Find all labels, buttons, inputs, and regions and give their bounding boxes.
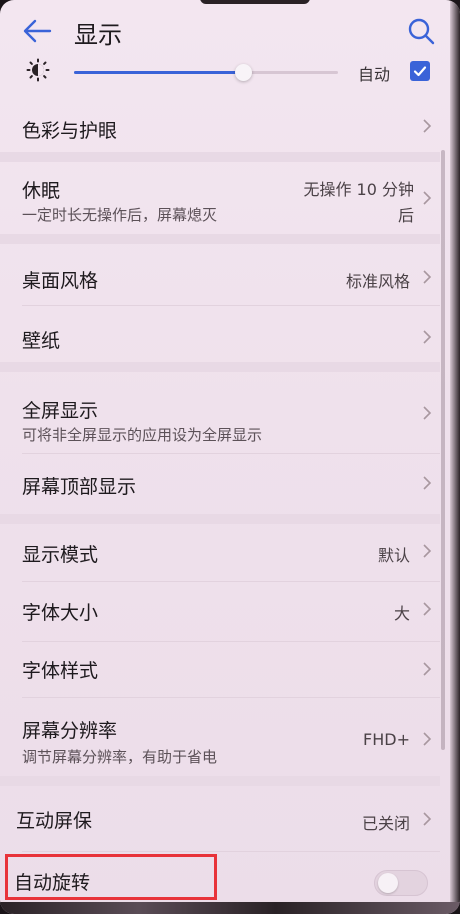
brightness-slider-thumb[interactable] bbox=[235, 64, 252, 81]
settings-item-label: 屏幕分辨率 bbox=[22, 720, 118, 742]
sleep-value-line2: 后 bbox=[397, 206, 414, 225]
settings-item-description: 调节屏幕分辨率，有助于省电 bbox=[22, 748, 218, 766]
settings-item-font-style[interactable]: 字体样式 bbox=[0, 642, 440, 698]
settings-item-label: 字体样式 bbox=[22, 660, 99, 682]
brightness-slider[interactable] bbox=[74, 64, 338, 81]
chevron-right-icon bbox=[423, 602, 432, 616]
settings-item-value: 默认 bbox=[377, 546, 410, 565]
section-divider bbox=[0, 234, 440, 244]
scrollbar[interactable] bbox=[441, 150, 445, 750]
settings-item-label: 壁纸 bbox=[22, 330, 61, 352]
arrow-left-icon bbox=[23, 19, 52, 43]
search-button[interactable] bbox=[406, 16, 436, 46]
settings-item-fullscreen-display[interactable]: 全屏显示 可将非全屏显示的应用设为全屏显示 bbox=[0, 372, 440, 454]
settings-item-color-eye-care[interactable]: 色彩与护眼 bbox=[0, 92, 440, 162]
settings-item-value: 标准风格 bbox=[345, 272, 410, 291]
sleep-value-line1: 无操作 10 分钟 bbox=[303, 180, 414, 199]
device-bezel bbox=[450, 0, 460, 914]
section-divider bbox=[0, 362, 440, 372]
settings-item-screen-resolution[interactable]: 屏幕分辨率 调节屏幕分辨率，有助于省电 FHD+ bbox=[0, 698, 440, 786]
brightness-control: 自动 bbox=[0, 52, 460, 92]
checkmark-icon bbox=[413, 66, 427, 77]
settings-item-value: 已关闭 bbox=[361, 814, 410, 833]
highlight-annotation-box bbox=[5, 854, 217, 900]
settings-item-label: 字体大小 bbox=[22, 602, 99, 624]
settings-item-screen-top-display[interactable]: 屏幕顶部显示 bbox=[0, 454, 440, 524]
section-divider bbox=[0, 152, 440, 162]
settings-item-desktop-style[interactable]: 桌面风格 标准风格 bbox=[0, 244, 440, 306]
settings-item-font-size[interactable]: 字体大小 大 bbox=[0, 582, 440, 642]
settings-item-label: 全屏显示 bbox=[22, 400, 99, 422]
chevron-right-icon bbox=[423, 662, 432, 676]
page-title: 显示 bbox=[74, 21, 122, 49]
chevron-right-icon bbox=[423, 119, 432, 133]
settings-item-label: 屏幕顶部显示 bbox=[22, 476, 137, 498]
section-divider bbox=[0, 776, 440, 786]
chevron-right-icon bbox=[423, 330, 432, 344]
settings-item-display-mode[interactable]: 显示模式 默认 bbox=[0, 524, 440, 582]
chevron-right-icon bbox=[423, 544, 432, 558]
auto-brightness-label: 自动 bbox=[358, 65, 391, 84]
back-button[interactable] bbox=[20, 16, 54, 46]
settings-item-label: 桌面风格 bbox=[22, 270, 99, 292]
settings-item-interactive-screensaver[interactable]: 互动屏保 已关闭 bbox=[0, 786, 440, 852]
section-divider bbox=[0, 514, 440, 524]
auto-brightness-checkbox[interactable] bbox=[410, 61, 430, 81]
settings-item-value: 大 bbox=[393, 604, 410, 623]
chevron-right-icon bbox=[423, 270, 432, 284]
settings-screen: 显示 自动 色彩与护眼 休眠 一定时长无操作后，屏幕熄灭 无操作 10 分钟 后… bbox=[0, 0, 460, 914]
settings-item-value: FHD+ bbox=[363, 730, 410, 749]
chevron-right-icon bbox=[423, 476, 432, 490]
chevron-right-icon bbox=[423, 812, 432, 826]
settings-list: 色彩与护眼 休眠 一定时长无操作后，屏幕熄灭 无操作 10 分钟 后 桌面风格 … bbox=[0, 92, 440, 906]
settings-item-label: 色彩与护眼 bbox=[22, 120, 118, 142]
toggle-knob bbox=[378, 873, 398, 893]
brightness-sun-icon bbox=[26, 58, 50, 82]
settings-item-description: 一定时长无操作后，屏幕熄灭 bbox=[22, 206, 218, 224]
brightness-slider-fill bbox=[74, 71, 243, 74]
settings-item-wallpaper[interactable]: 壁纸 bbox=[0, 306, 440, 372]
search-icon bbox=[408, 18, 435, 45]
chevron-right-icon bbox=[423, 732, 432, 746]
settings-item-label: 互动屏保 bbox=[16, 810, 93, 832]
settings-item-label: 休眠 bbox=[22, 180, 61, 202]
chevron-right-icon bbox=[423, 406, 432, 420]
settings-item-sleep[interactable]: 休眠 一定时长无操作后，屏幕熄灭 无操作 10 分钟 后 bbox=[0, 162, 440, 244]
bottom-caption-strip bbox=[0, 902, 460, 914]
settings-item-label: 显示模式 bbox=[22, 544, 99, 566]
settings-item-description: 可将非全屏显示的应用设为全屏显示 bbox=[22, 426, 263, 444]
chevron-right-icon bbox=[423, 191, 432, 205]
auto-rotate-toggle[interactable] bbox=[374, 870, 428, 896]
